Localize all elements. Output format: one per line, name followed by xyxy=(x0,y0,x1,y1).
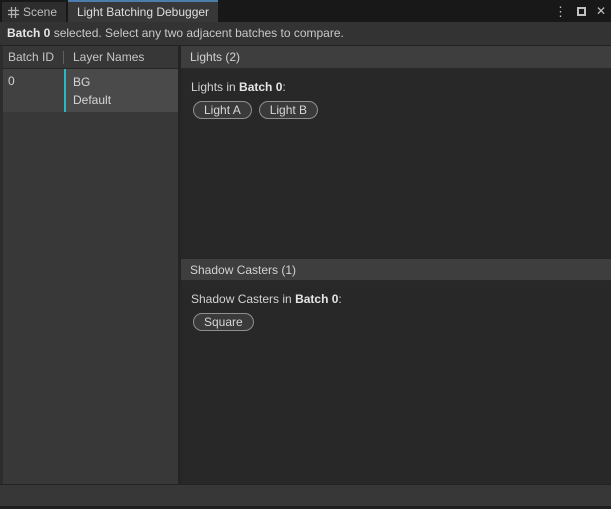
batch-id-cell: 0 xyxy=(0,69,64,112)
batch-table-header: Batch ID Layer Names xyxy=(0,46,178,69)
shadow-casters-section-header: Shadow Casters (1) xyxy=(181,258,611,281)
shadow-caster-chip-row: Square xyxy=(193,313,261,331)
shadows-label-prefix: Shadow Casters in xyxy=(191,292,295,306)
batch-details-panel: Lights (2) Lights in Batch 0: Light A Li… xyxy=(181,46,611,484)
batch-row-selected[interactable]: 0 BG Default xyxy=(0,69,178,112)
lights-section-header: Lights (2) xyxy=(181,46,611,69)
close-icon[interactable]: ✕ xyxy=(596,5,606,17)
lights-section-label: Lights in Batch 0: xyxy=(191,80,286,94)
lights-label-prefix: Lights in xyxy=(191,80,239,94)
kebab-menu-icon[interactable]: ⋮ xyxy=(554,5,567,18)
status-message: selected. Select any two adjacent batche… xyxy=(50,26,344,40)
main-area: Batch ID Layer Names 0 BG Default Lights… xyxy=(0,46,611,484)
light-chip[interactable]: Light A xyxy=(193,101,252,119)
status-selected-batch: Batch 0 xyxy=(7,26,50,40)
tab-bar: Scene Light Batching Debugger ⋮ ✕ xyxy=(0,0,611,22)
lights-chip-row: Light A Light B xyxy=(193,101,325,119)
tab-scene[interactable]: Scene xyxy=(2,2,66,22)
lights-label-suffix: : xyxy=(282,80,285,94)
light-batching-debugger-window: Scene Light Batching Debugger ⋮ ✕ Batch … xyxy=(0,0,611,509)
window-controls: ⋮ ✕ xyxy=(554,0,606,22)
bottom-bar xyxy=(0,484,611,509)
layer-names-cell: BG Default xyxy=(64,69,178,112)
maximize-icon[interactable] xyxy=(577,7,586,16)
tab-scene-label: Scene xyxy=(23,5,57,19)
column-divider xyxy=(63,51,64,64)
column-header-layer-names: Layer Names xyxy=(73,46,144,68)
batch-list-panel: Batch ID Layer Names 0 BG Default xyxy=(0,46,178,484)
column-header-batch-id: Batch ID xyxy=(8,46,54,68)
lights-label-batch: Batch 0 xyxy=(239,80,282,94)
shadow-casters-section-body: Shadow Casters in Batch 0: Square xyxy=(181,281,611,484)
lights-section-body: Lights in Batch 0: Light A Light B xyxy=(181,69,611,258)
layer-name: Default xyxy=(73,91,178,109)
tab-light-batching-debugger-label: Light Batching Debugger xyxy=(68,2,218,22)
batch-id-value: 0 xyxy=(8,73,64,90)
shadows-label-suffix: : xyxy=(338,292,341,306)
shadow-casters-section-label: Shadow Casters in Batch 0: xyxy=(191,292,342,306)
tab-light-batching-debugger[interactable]: Light Batching Debugger xyxy=(68,0,218,22)
shadows-label-batch: Batch 0 xyxy=(295,292,338,306)
light-chip[interactable]: Light B xyxy=(259,101,318,119)
layer-name: BG xyxy=(73,73,178,91)
scene-grid-icon xyxy=(8,7,19,18)
shadow-caster-chip[interactable]: Square xyxy=(193,313,254,331)
status-bar: Batch 0 selected. Select any two adjacen… xyxy=(0,22,611,46)
window-left-edge xyxy=(0,46,3,484)
